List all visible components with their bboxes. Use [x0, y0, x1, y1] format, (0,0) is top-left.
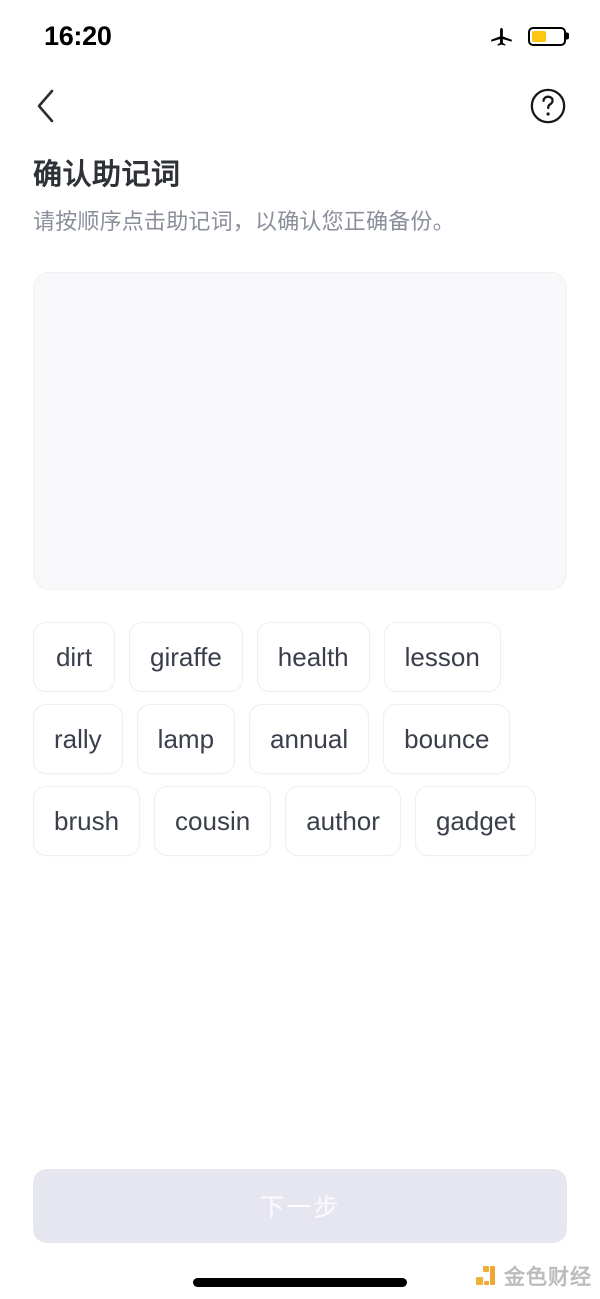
heading-block: 确认助记词 请按顺序点击助记词，以确认您正确备份。 — [33, 157, 567, 236]
status-bar: 16:20 — [0, 0, 600, 68]
selected-words-list — [34, 273, 566, 309]
battery-fill — [532, 30, 546, 42]
home-indicator — [193, 1278, 407, 1287]
word-chip[interactable]: gadget — [414, 786, 537, 856]
page-subtitle: 请按顺序点击助记词，以确认您正确备份。 — [33, 208, 455, 234]
battery-icon — [528, 26, 566, 46]
watermark-text: 金色财经 — [504, 1266, 592, 1289]
help-button[interactable] — [524, 84, 572, 132]
word-bank: dirt giraffe health lesson rally lamp annual bo… — [33, 622, 567, 856]
airplane-icon — [489, 23, 515, 49]
jinse-logo-icon — [474, 1264, 498, 1288]
word-chip[interactable]: lamp — [136, 704, 236, 774]
word-chip[interactable]: lesson — [383, 622, 501, 692]
word-chip[interactable]: giraffe — [129, 622, 243, 692]
watermark: 金色财经 — [474, 1261, 592, 1291]
word-chip[interactable]: annual — [249, 704, 370, 774]
status-time: 16:20 — [44, 20, 112, 51]
back-button[interactable] — [22, 84, 70, 132]
question-circle-icon — [529, 87, 567, 130]
word-chip[interactable]: rally — [33, 704, 123, 774]
next-button[interactable]: 下一步 — [33, 1169, 567, 1243]
word-chip[interactable]: author — [285, 786, 401, 856]
word-chip[interactable]: bounce — [383, 704, 511, 774]
status-indicators — [489, 23, 566, 49]
page-title: 确认助记词 — [33, 159, 181, 191]
nav-bar — [0, 80, 600, 136]
word-chip[interactable]: brush — [33, 786, 141, 856]
chevron-left-icon — [32, 86, 60, 131]
word-chip[interactable]: dirt — [33, 622, 115, 692]
selected-words-panel[interactable] — [33, 272, 567, 590]
word-chip[interactable]: health — [256, 622, 370, 692]
phone-screen: 16:20 确认助记词 请按顺序点击助记词，以确认您正确备份。 dirt gir… — [0, 0, 600, 1299]
word-chip[interactable]: cousin — [154, 786, 272, 856]
